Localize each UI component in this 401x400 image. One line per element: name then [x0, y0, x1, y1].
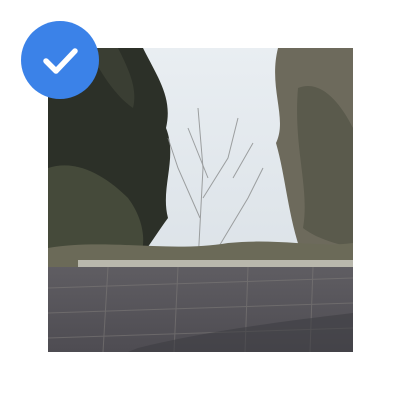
image-tile[interactable]	[0, 0, 401, 400]
photo-thumbnail[interactable]	[48, 48, 353, 352]
photo-image	[48, 48, 353, 352]
selected-check-badge[interactable]	[21, 21, 99, 99]
check-icon	[43, 48, 78, 74]
